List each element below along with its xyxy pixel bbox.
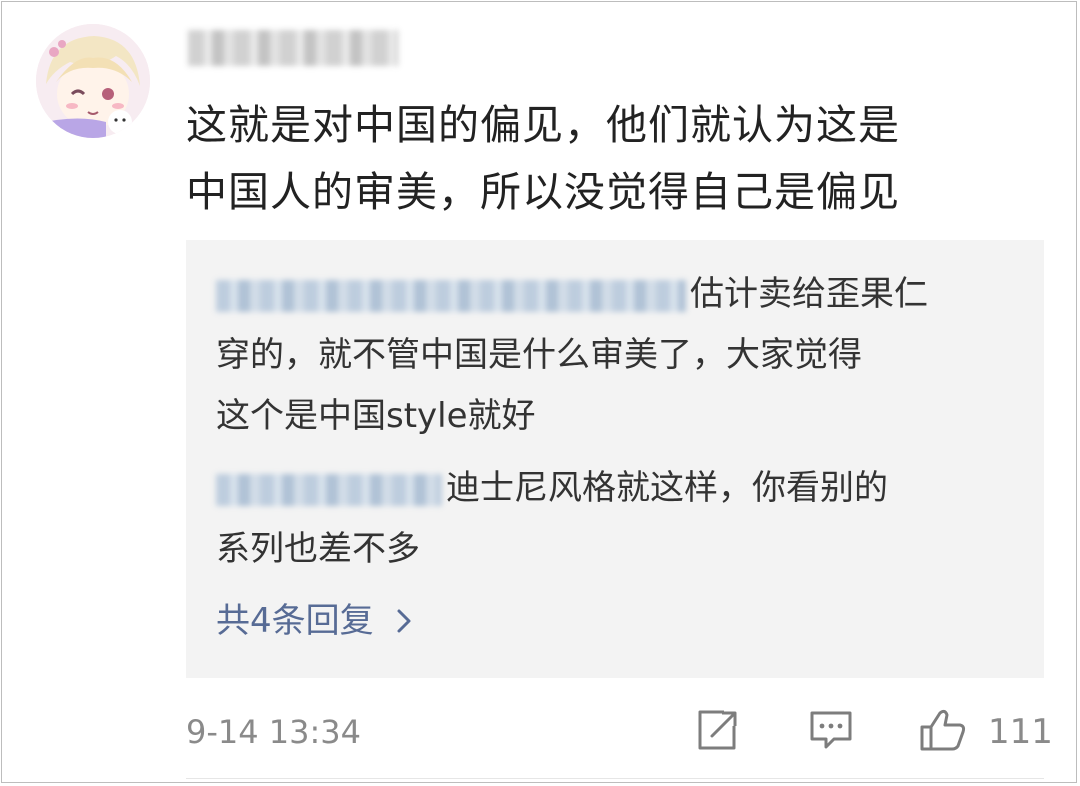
divider <box>186 778 1044 779</box>
reply-text-line: 这个是中国style就好 <box>216 396 536 436</box>
avatar[interactable] <box>36 24 150 138</box>
reply-text-line: 穿的，就不管中国是什么审美了，大家觉得 <box>216 335 862 375</box>
reply-author-blurred[interactable] <box>216 473 442 506</box>
comment-timestamp: 9-14 13:34 <box>186 713 362 751</box>
comment-text: 这就是对中国的偏见，他们就认为这是 中国人的审美，所以没觉得自己是偏见 <box>186 92 1026 226</box>
reply-item[interactable]: 估计卖给歪果仁 穿的，就不管中国是什么审美了，大家觉得 这个是中国style就好 <box>216 264 1016 447</box>
reply-comment-button[interactable] <box>808 710 854 754</box>
reply-text-line: 系列也差不多 <box>216 529 420 569</box>
share-edit-icon <box>694 708 738 756</box>
comment-line-2: 中国人的审美，所以没觉得自己是偏见 <box>186 168 900 216</box>
like-button[interactable]: 111 <box>918 707 1053 757</box>
reply-box[interactable]: 估计卖给歪果仁 穿的，就不管中国是什么审美了，大家觉得 这个是中国style就好… <box>186 240 1044 678</box>
like-count: 111 <box>988 712 1053 752</box>
chevron-right-icon <box>396 607 412 635</box>
reply-item[interactable]: 迪士尼风格就这样，你看别的 系列也差不多 <box>216 458 1016 580</box>
more-replies-label: 共4条回复 <box>216 601 374 641</box>
reply-author-blurred[interactable] <box>216 279 686 312</box>
username-blurred[interactable] <box>188 30 398 66</box>
reply-text-line: 迪士尼风格就这样，你看别的 <box>446 468 888 508</box>
comment-bubble-icon <box>808 708 854 756</box>
comment-line-1: 这就是对中国的偏见，他们就认为这是 <box>186 101 900 149</box>
reply-text-line: 估计卖给歪果仁 <box>690 274 928 314</box>
thumbs-up-icon <box>918 707 968 757</box>
avatar-illustration <box>36 24 150 138</box>
share-button[interactable] <box>694 710 738 754</box>
view-more-replies-link[interactable]: 共4条回复 <box>216 596 412 646</box>
